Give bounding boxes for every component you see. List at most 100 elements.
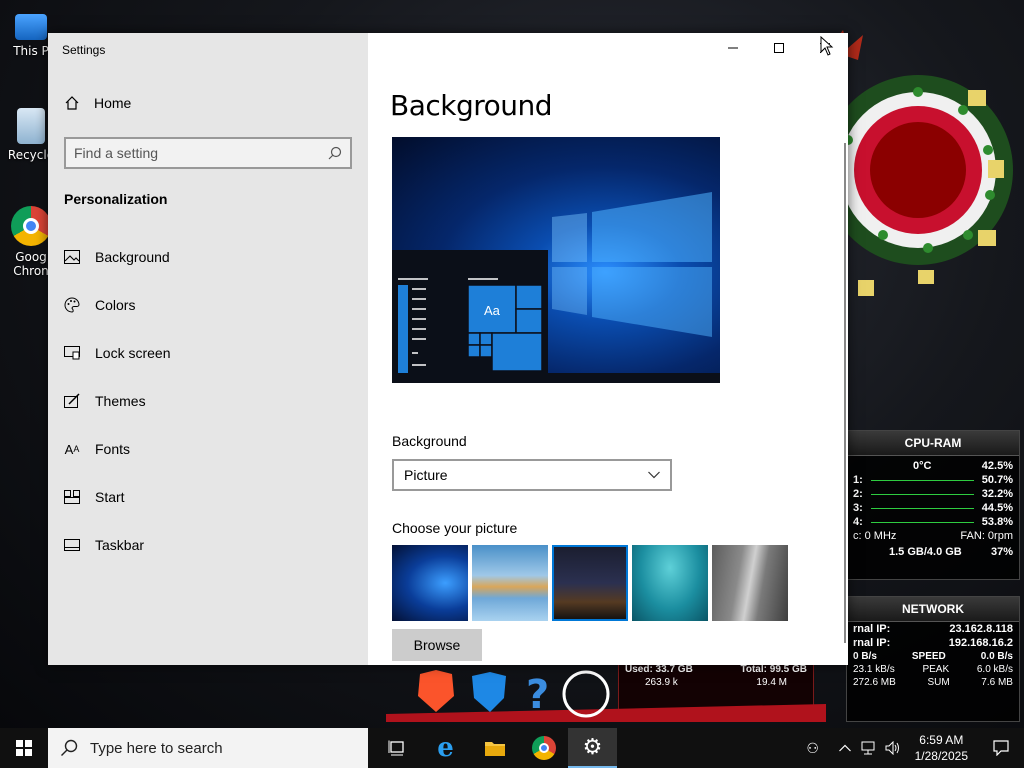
find-setting-search[interactable] [64, 137, 352, 169]
find-setting-input[interactable] [74, 145, 328, 161]
cpu-core-row: 4: 53.8% [853, 516, 1013, 528]
nav-home[interactable]: Home [64, 95, 131, 111]
network-gadget: NETWORK rnal IP: 23.162.8.118 rnal IP: 192… [846, 596, 1020, 722]
fonts-icon: AA [64, 441, 80, 457]
dock-background: ? [386, 670, 826, 722]
nav-item-colors[interactable]: Colors [64, 281, 354, 329]
nav-item-label: Start [95, 489, 125, 505]
chrome-icon [11, 206, 51, 246]
task-view-button[interactable] [372, 728, 421, 768]
sync-icon [562, 670, 610, 718]
maximize-button[interactable] [756, 33, 802, 63]
internet-explorer-icon: e [437, 733, 454, 763]
peak-out: 6.0 kB/s [976, 664, 1013, 675]
windows-logo-icon [16, 740, 32, 756]
clock-time: 6:59 AM [919, 733, 964, 747]
chevron-up-icon [838, 744, 851, 752]
show-hidden-icons-button[interactable] [833, 728, 857, 768]
recycle-bin-icon [17, 108, 45, 144]
cpu-ram-gadget: CPU-RAM 0°C 42.5% 1: 50.7% 2: 32.2% 3: 44.5… [846, 430, 1020, 580]
file-explorer-button[interactable] [470, 728, 519, 768]
memory-percent: 37% [990, 546, 1013, 558]
cpu-freq: c: 0 MHz [853, 530, 897, 542]
internal-ip-label: rnal IP: [853, 637, 891, 649]
sum-in: 272.6 MB [853, 677, 896, 688]
nav-item-label: Taskbar [95, 537, 145, 553]
folder-icon [484, 742, 505, 756]
chrome-button[interactable] [519, 728, 568, 768]
edge-button[interactable]: e [421, 728, 470, 768]
system-tray: ⚇ 6:59 AM 1/28/2025 [793, 728, 1024, 768]
cpu-ram-title: CPU-RAM [847, 431, 1019, 456]
search-icon[interactable] [328, 146, 342, 160]
brave-icon [418, 670, 454, 712]
external-ip-label: rnal IP: [853, 623, 891, 635]
cpu-core-row: 2: 32.2% [853, 488, 1013, 500]
browse-button[interactable]: Browse [392, 629, 482, 661]
taskbar-icon [64, 537, 80, 553]
taskbar-clock[interactable]: 6:59 AM 1/28/2025 [905, 732, 978, 764]
speed-label: SPEED [911, 651, 946, 662]
preview-sample-text: Aa [484, 303, 500, 318]
network-title: NETWORK [847, 597, 1019, 622]
section-title: Personalization [64, 191, 168, 207]
settings-button[interactable]: ⚙ [568, 728, 617, 768]
palette-icon [64, 297, 80, 313]
start-button[interactable] [0, 728, 48, 768]
nav-item-start[interactable]: Start [64, 473, 354, 521]
minimize-icon [728, 47, 738, 49]
nav-item-themes[interactable]: Themes [64, 377, 354, 425]
background-type-dropdown[interactable]: Picture [392, 459, 672, 491]
desktop-icon-label: Goog Chron [13, 250, 49, 278]
task-view-icon [388, 740, 404, 756]
picture-thumbnail-beach[interactable] [472, 545, 548, 621]
nav-item-label: Fonts [95, 441, 131, 457]
nav-item-label: Lock screen [95, 345, 171, 361]
windows-logo-wallpaper [392, 192, 720, 383]
choose-picture-label: Choose your picture [392, 520, 518, 536]
search-icon [61, 739, 78, 756]
notification-icon [993, 740, 1009, 756]
nav-item-fonts[interactable]: AA Fonts [64, 425, 354, 473]
settings-content: Background Aa Background Picture Choose … [368, 33, 848, 665]
memory-usage: 1.5 GB/4.0 GB [889, 546, 962, 558]
network-tray-button[interactable] [857, 728, 881, 768]
action-center-button[interactable] [978, 728, 1024, 768]
nav-item-lock-screen[interactable]: Lock screen [64, 329, 354, 377]
themes-icon [64, 393, 80, 409]
image-icon [64, 249, 80, 265]
picture-thumbnail-windows[interactable] [392, 545, 468, 621]
taskbar: Type here to search e ⚙ ⚇ 6:59 AM 1/28/2… [0, 728, 1024, 768]
network-icon [861, 741, 875, 755]
peak-in: 23.1 kB/s [853, 664, 895, 675]
maximize-icon [774, 43, 784, 53]
window-title: Settings [62, 43, 106, 57]
picture-thumbnail-underwater[interactable] [632, 545, 708, 621]
content-scrollbar[interactable] [844, 143, 846, 643]
cpu-core-row: 1: 50.7% [853, 474, 1013, 486]
settings-window: Settings Home Personalization Background [48, 33, 848, 665]
peak-label: PEAK [922, 664, 950, 675]
cpu-core-row: 3: 44.5% [853, 502, 1013, 514]
background-type-value: Picture [404, 467, 448, 483]
internal-ip: 192.168.16.2 [948, 637, 1013, 649]
taskbar-apps: e ⚙ [372, 728, 617, 768]
cpu-temp: 0°C [913, 460, 932, 472]
people-button[interactable]: ⚇ [793, 728, 833, 768]
sum-label: SUM [927, 677, 950, 688]
nav-item-label: Colors [95, 297, 136, 313]
monitor-icon [15, 14, 47, 40]
nav-item-label: Background [95, 249, 170, 265]
clock-date: 1/28/2025 [914, 749, 968, 763]
taskbar-search-box[interactable]: Type here to search [48, 728, 368, 768]
picture-thumbnail-night-sky[interactable] [552, 545, 628, 621]
nav-item-background[interactable]: Background [64, 233, 354, 281]
volume-tray-button[interactable] [881, 728, 905, 768]
minimize-button[interactable] [710, 33, 756, 63]
speed-out: 0.0 B/s [980, 651, 1013, 662]
app-dock: ? [386, 664, 826, 724]
lock-screen-icon [64, 345, 80, 361]
picture-thumbnail-rock[interactable] [712, 545, 788, 621]
people-icon: ⚇ [806, 739, 819, 756]
nav-item-taskbar[interactable]: Taskbar [64, 521, 354, 569]
